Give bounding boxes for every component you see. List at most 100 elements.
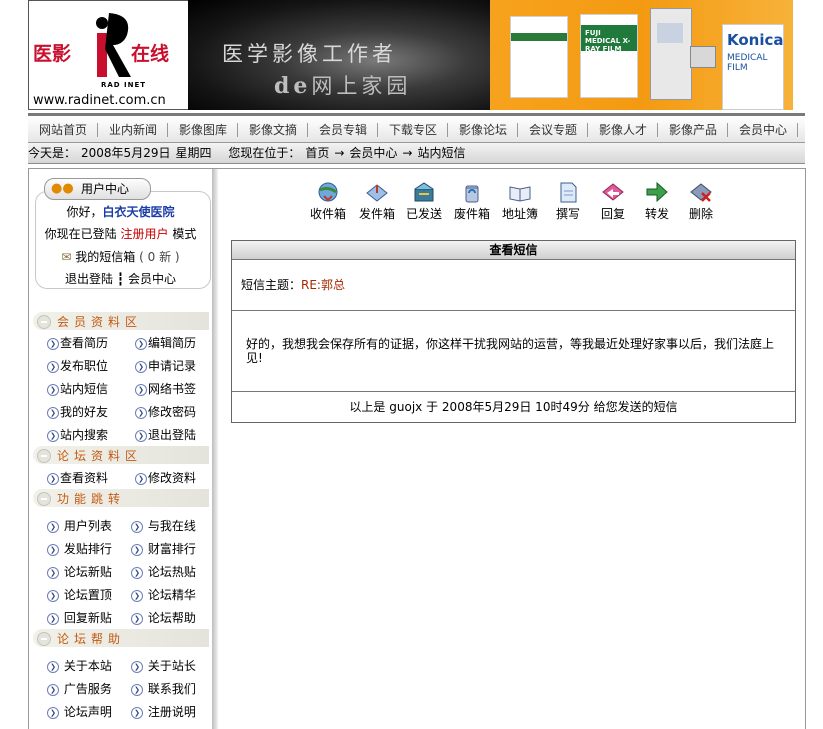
compose-icon (560, 182, 577, 203)
site-header: 医影 在线 RAD INET www.radinet.com.cn 医学影像工作… (28, 0, 805, 110)
main-nav: 网站首页 业内新闻 影像图库 影像文摘 会员专辑 下载专区 影像论坛 会议专题 … (28, 113, 805, 143)
logout-link[interactable]: 退出登陆 (65, 272, 113, 286)
menu-post-ranking[interactable]: ❯ 发贴排行 (47, 540, 112, 557)
nav-member-center[interactable]: 会员中心 (728, 121, 798, 138)
menu-new-replies[interactable]: ❯ 回复新贴 (47, 609, 112, 626)
menu-hot-posts[interactable]: ❯ 论坛热贴 (131, 563, 196, 580)
compose-button[interactable]: 撰写 (545, 181, 591, 222)
menu-new-posts[interactable]: ❯ 论坛新贴 (47, 563, 112, 580)
minus-icon (37, 315, 51, 329)
menu-application-log[interactable]: ❯ 申请记录 (135, 357, 196, 374)
globe-inbox-icon (318, 182, 338, 202)
logo-r-icon (96, 13, 131, 77)
menu-contact-us[interactable]: ❯ 联系我们 (131, 680, 196, 697)
nav-forum[interactable]: 影像论坛 (448, 121, 518, 138)
arrow-icon: ❯ (131, 683, 143, 696)
delete-button[interactable]: 删除 (678, 181, 724, 222)
mailbox-link[interactable]: 我的短信箱 (75, 250, 135, 264)
menu-user-list[interactable]: ❯ 用户列表 (47, 517, 112, 534)
sender-name[interactable]: guojx (389, 400, 422, 414)
nav-products[interactable]: 影像产品 (658, 121, 728, 138)
menu-change-password[interactable]: ❯ 修改密码 (135, 403, 196, 420)
username[interactable]: 白衣天使医院 (103, 205, 175, 219)
arrow-icon: ❯ (135, 360, 147, 373)
arrow-icon: ❯ (47, 472, 59, 485)
menu-friends[interactable]: ❯ 我的好友 (47, 403, 108, 420)
menu-view-profile[interactable]: ❯ 查看资料 (47, 469, 108, 486)
tagline-line2: de网上家园 (274, 70, 411, 100)
nav-home[interactable]: 网站首页 (28, 121, 98, 138)
login-status-line: 你现在已登陆 注册用户 模式 (44, 227, 197, 241)
section-member: 会员资料区 (33, 312, 209, 330)
arrow-icon: ❯ (47, 660, 59, 673)
user-links-line: 退出登陆 ┇ 会员中心 (29, 270, 212, 287)
reply-button[interactable]: 回复 (590, 181, 636, 222)
menu-about-admin[interactable]: ❯ 关于站长 (131, 657, 196, 674)
arrow-icon: ❯ (47, 589, 59, 602)
address-book-button[interactable]: 地址簿 (497, 181, 543, 222)
logo-text-right: 在线 (131, 43, 170, 65)
menu-edit-resume[interactable]: ❯ 编辑简历 (135, 334, 196, 351)
tagline-de: de (274, 73, 312, 99)
breadcrumb-home[interactable]: 首页 (305, 146, 329, 160)
sent-icon (414, 182, 434, 202)
menu-about-site[interactable]: ❯ 关于本站 (47, 657, 112, 674)
user-center-tab: ●● 用户中心 (44, 178, 151, 200)
breadcrumb-messages[interactable]: 站内短信 (417, 146, 465, 160)
sent-button[interactable]: 已发送 (401, 181, 447, 222)
menu-featured-posts[interactable]: ❯ 论坛精华 (131, 586, 196, 603)
today-label: 今天是： (28, 146, 77, 160)
section-jump: 功能跳转 (33, 489, 209, 507)
site-logo[interactable]: 医影 在线 RAD INET www.radinet.com.cn (28, 0, 190, 110)
menu-messages[interactable]: ❯ 站内短信 (47, 380, 108, 397)
member-center-link[interactable]: 会员中心 (128, 272, 176, 286)
nav-gallery[interactable]: 影像图库 (168, 121, 238, 138)
arrow-icon: ❯ (47, 566, 59, 579)
menu-ad-service[interactable]: ❯ 广告服务 (47, 680, 112, 697)
arrow-icon: ❯ (131, 520, 143, 533)
nav-member-album[interactable]: 会员专辑 (308, 121, 378, 138)
menu-wealth-ranking[interactable]: ❯ 财富排行 (131, 540, 196, 557)
menu-pinned-posts[interactable]: ❯ 论坛置顶 (47, 586, 112, 603)
nav-news[interactable]: 业内新闻 (98, 121, 168, 138)
processor-machine (650, 8, 692, 100)
menu-online-with-me[interactable]: ❯ 与我在线 (131, 517, 196, 534)
nav-conference[interactable]: 会议专题 (518, 121, 588, 138)
users-icon: ●● (51, 181, 74, 196)
nav-talent[interactable]: 影像人才 (588, 121, 658, 138)
mailbox-icon: ✉ (61, 250, 72, 264)
tagline-rest: 网上家园 (311, 74, 412, 98)
arrow-icon: ❯ (47, 612, 59, 625)
arrow-icon: ❯ (131, 543, 143, 556)
menu-forum-help[interactable]: ❯ 论坛帮助 (131, 609, 196, 626)
menu-forum-statement[interactable]: ❯ 论坛声明 (47, 703, 112, 720)
inbox-button[interactable]: 收件箱 (305, 181, 351, 222)
konica-film-box: Konica MEDICAL FILM (722, 24, 784, 110)
arrow-icon: ❯ (135, 406, 147, 419)
site-url: www.radinet.com.cn (33, 93, 166, 108)
breadcrumb-member-center[interactable]: 会员中心 (349, 146, 397, 160)
subject-text: RE:郭总 (301, 278, 345, 292)
banner-tagline: 医学影像工作者 de网上家园 (188, 0, 490, 110)
outbox-button[interactable]: 发件箱 (354, 181, 400, 222)
menu-view-resume[interactable]: ❯ 查看简历 (47, 334, 108, 351)
arrow-icon: ❯ (47, 337, 59, 350)
forward-button[interactable]: 转发 (634, 181, 680, 222)
menu-post-job[interactable]: ❯ 发布职位 (47, 357, 108, 374)
ad-banner[interactable]: FUJI MEDICAL X-RAY FILM Konica MEDICAL F… (490, 0, 793, 110)
mailbox-count: ( 0 新 ) (139, 250, 180, 264)
menu-site-search[interactable]: ❯ 站内搜索 (47, 426, 108, 443)
arrow-icon: ❯ (47, 383, 59, 396)
menu-bookmarks[interactable]: ❯ 网络书签 (135, 380, 196, 397)
menu-register-info[interactable]: ❯ 注册说明 (131, 703, 196, 720)
minus-icon (37, 492, 51, 506)
arrow-icon: ❯ (131, 566, 143, 579)
arrow-icon: ❯ (135, 337, 147, 350)
nav-downloads[interactable]: 下载专区 (378, 121, 448, 138)
trash-button[interactable]: 废件箱 (449, 181, 495, 222)
breadcrumb-arrow: → (334, 146, 345, 160)
menu-logout[interactable]: ❯ 退出登陆 (135, 426, 196, 443)
mailbox-line[interactable]: ✉ 我的短信箱 ( 0 新 ) (29, 248, 212, 265)
nav-digest[interactable]: 影像文摘 (238, 121, 308, 138)
menu-edit-profile[interactable]: ❯ 修改资料 (135, 469, 196, 486)
